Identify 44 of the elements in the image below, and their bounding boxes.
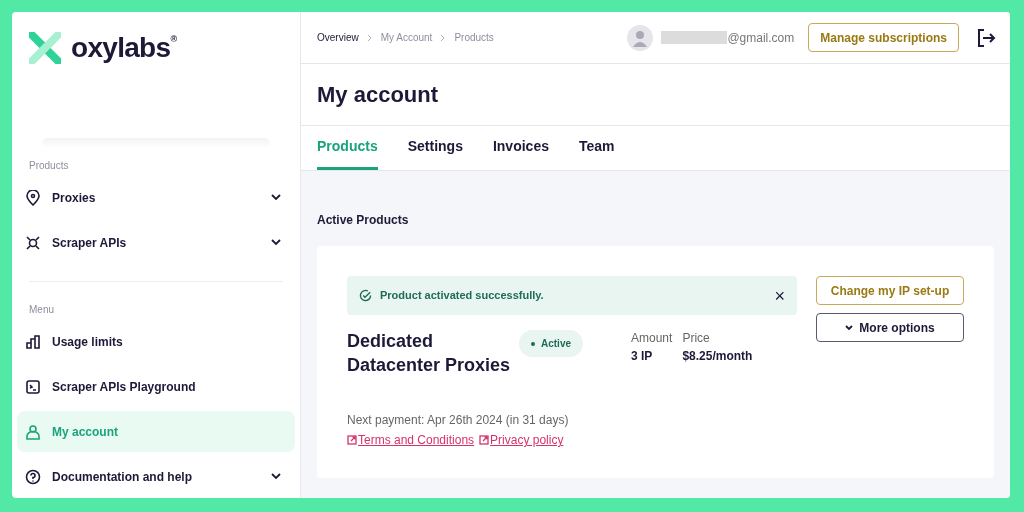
status-badge: Active xyxy=(519,330,583,357)
alert-message: Product activated successfully. xyxy=(380,288,544,304)
next-payment-text: Next payment: Apr 26th 2024 (in 31 days) xyxy=(347,412,570,429)
check-icon xyxy=(359,289,372,302)
external-link-icon xyxy=(347,435,357,445)
redaction-bar xyxy=(661,31,728,44)
logo-icon xyxy=(29,32,61,64)
amount-value: 3 IP xyxy=(631,348,654,365)
tab[interactable]: Settings xyxy=(407,126,463,170)
chevron-icon xyxy=(440,33,447,42)
bar-chart-icon xyxy=(25,333,41,350)
location-pin-icon xyxy=(25,189,41,206)
more-options-button[interactable]: More options xyxy=(816,313,964,342)
breadcrumb-link[interactable]: Overview xyxy=(317,30,359,45)
sidebar-item[interactable]: Scraper APIs xyxy=(17,222,295,263)
tab[interactable]: Invoices xyxy=(492,126,549,170)
external-link[interactable]: Privacy policy xyxy=(479,431,564,449)
sidebar-item[interactable]: Usage limits xyxy=(17,321,295,362)
manage-subscriptions-button[interactable]: Manage subscriptions xyxy=(808,23,959,52)
amount-label: Amount xyxy=(631,330,673,347)
sidebar-item[interactable]: Proxies xyxy=(17,177,295,218)
section-heading: Products xyxy=(28,159,70,173)
change-ip-button[interactable]: Change my IP set-up xyxy=(816,276,964,305)
external-link-icon xyxy=(479,435,490,445)
sidebar-item[interactable]: Scraper APIs Playground xyxy=(17,366,295,407)
page-title: My account xyxy=(317,81,439,109)
logo-text: oxylabs$^{®}$ xyxy=(71,34,177,62)
price-value: $8.25/month xyxy=(682,348,753,365)
section-title: Active Products xyxy=(317,212,410,229)
help-icon xyxy=(25,468,41,485)
close-button[interactable]: × xyxy=(774,286,785,305)
tab[interactable]: Team xyxy=(578,126,615,170)
bug-icon xyxy=(25,234,41,251)
price-label: Price xyxy=(682,330,711,347)
chevron-icon xyxy=(366,33,373,42)
logout-icon[interactable] xyxy=(976,27,996,48)
person-icon xyxy=(25,423,41,440)
external-link[interactable]: Terms and Conditions xyxy=(347,431,475,449)
section-heading: Menu xyxy=(28,303,55,317)
user-email: @gmail.com xyxy=(727,29,795,47)
sidebar-item[interactable]: Documentation and help xyxy=(17,456,295,497)
chevron-down-icon xyxy=(845,324,854,331)
product-name: Dedicated Datacenter Proxies xyxy=(347,330,512,377)
terminal-icon xyxy=(25,378,41,395)
